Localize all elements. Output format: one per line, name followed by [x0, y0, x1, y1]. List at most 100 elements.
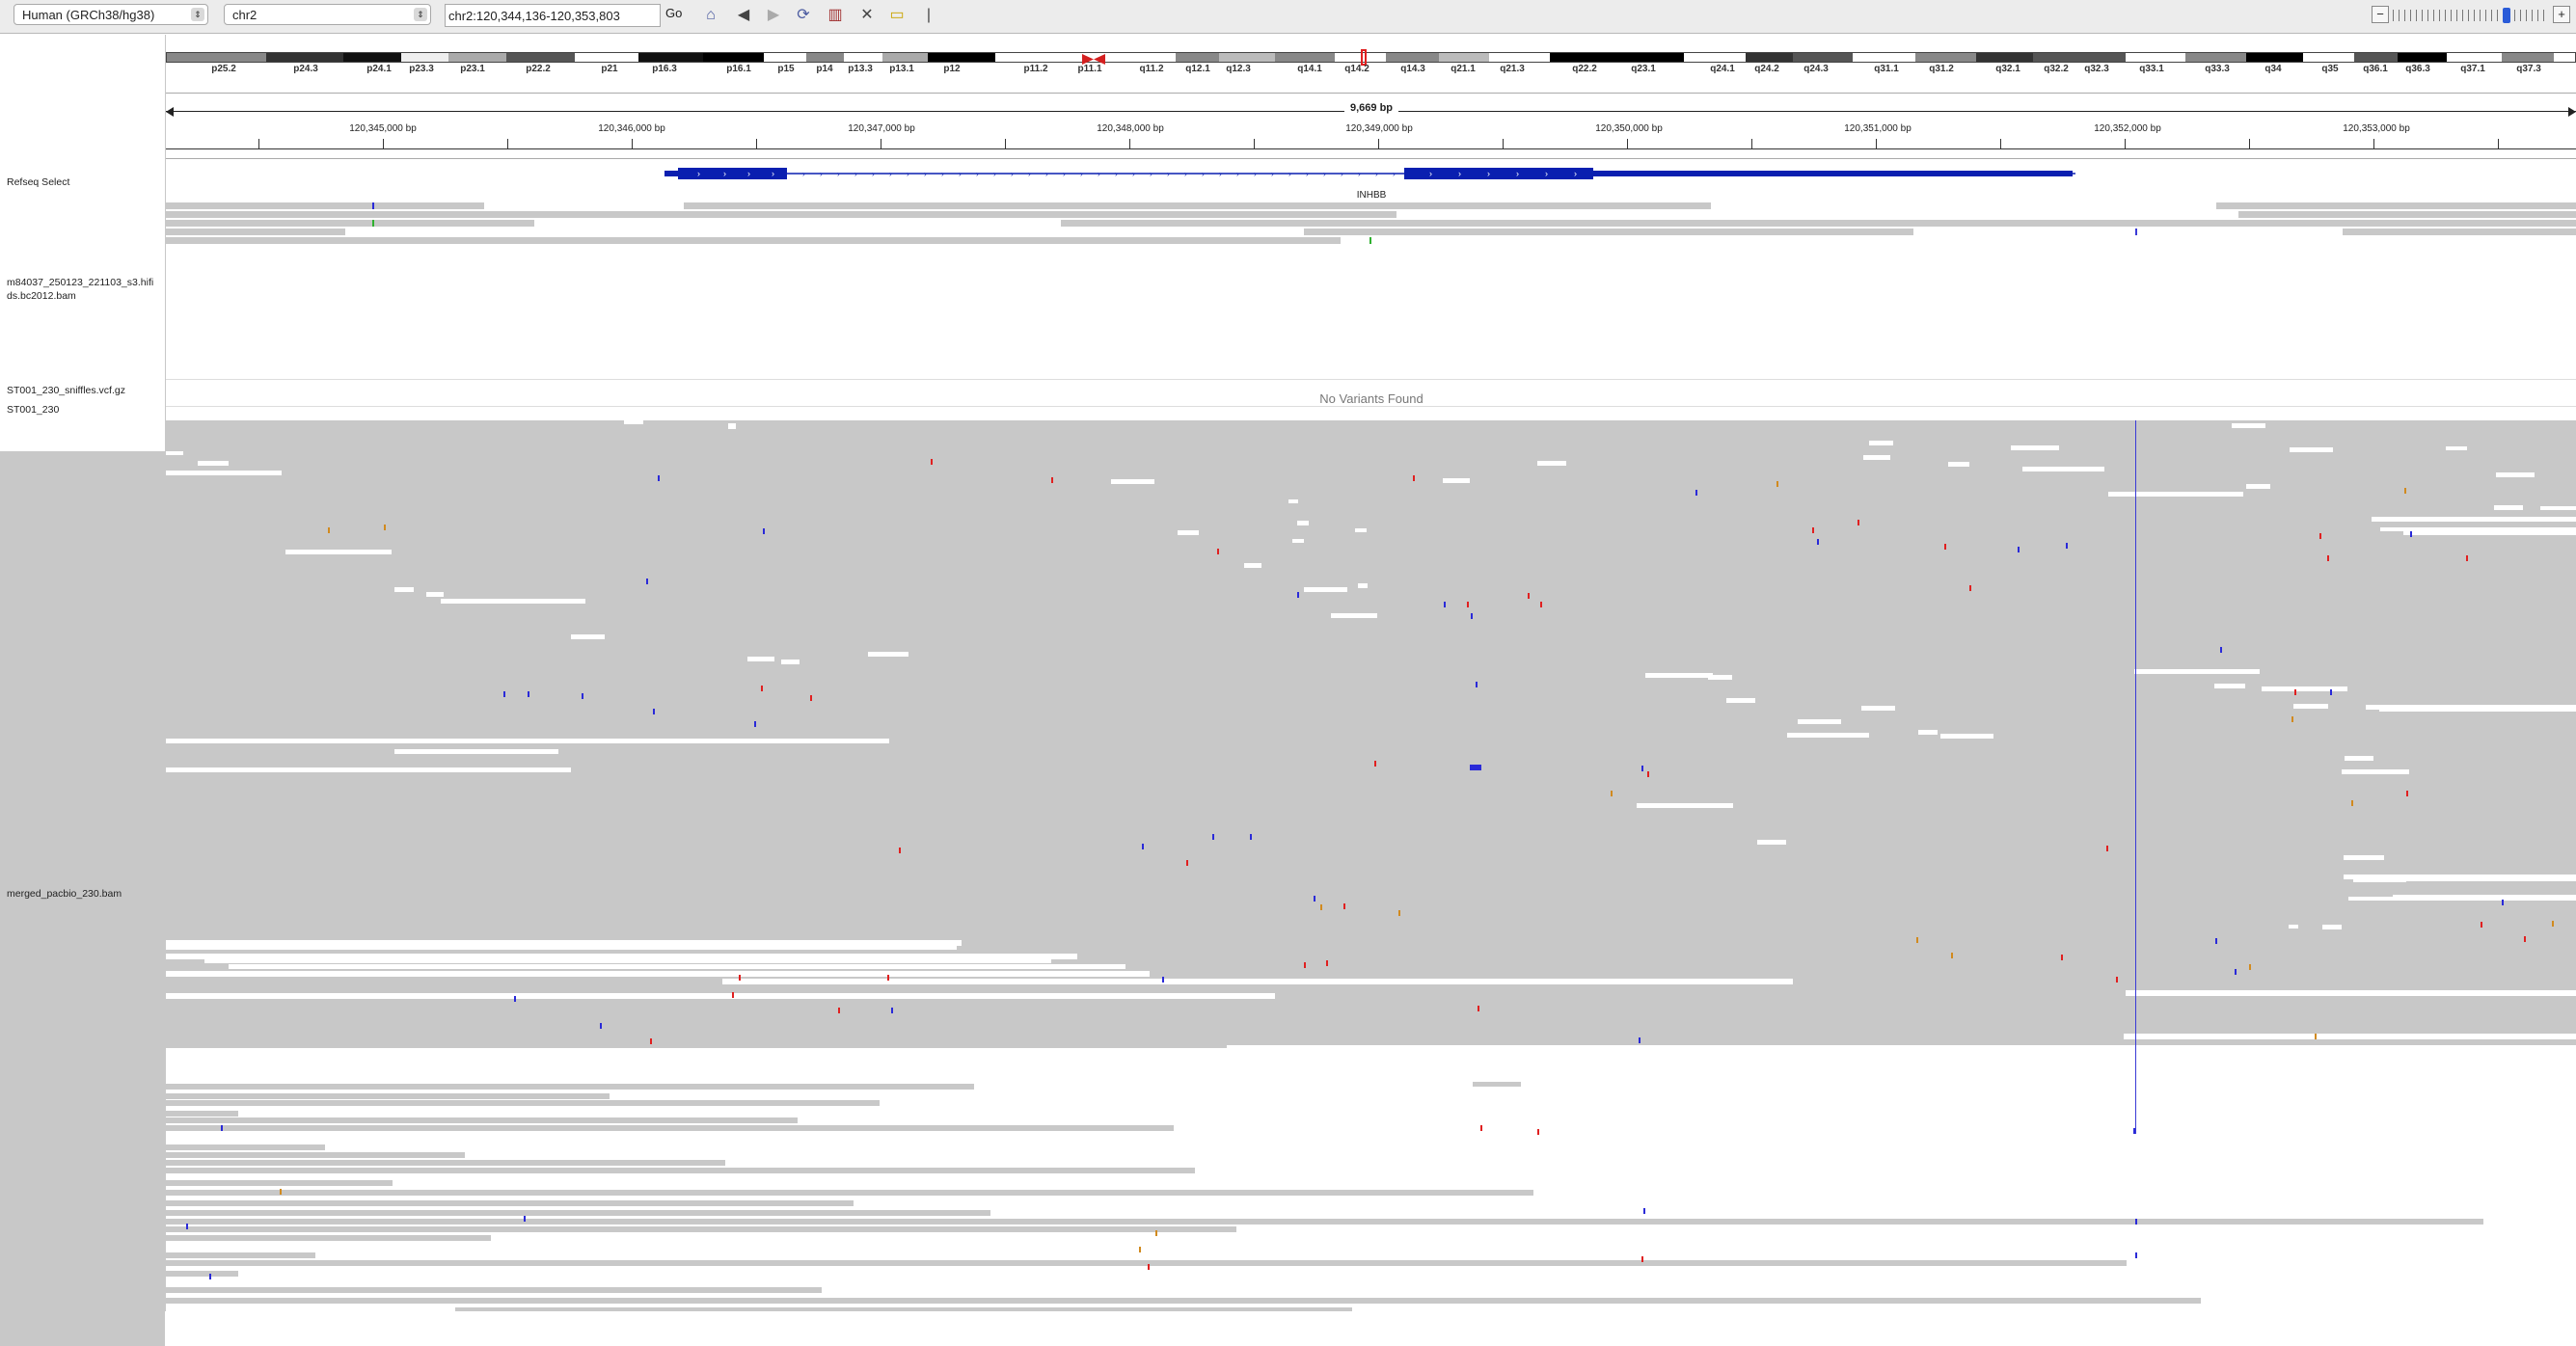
read[interactable] [166, 1084, 974, 1090]
zoom-in-button[interactable]: + [2553, 6, 2570, 23]
read[interactable] [166, 237, 1341, 244]
bam1-track-label[interactable]: m84037_250123_221103_s3.hifi ds.bc2012.b… [7, 276, 161, 303]
back-arrow-icon[interactable]: ◀ [733, 5, 754, 26]
ruler-tick [383, 139, 384, 148]
strand-arrow-icon: › [1254, 170, 1257, 178]
read[interactable] [166, 1287, 822, 1293]
read[interactable] [166, 220, 534, 227]
ideogram-band [1275, 53, 1335, 62]
read[interactable] [166, 1168, 1195, 1173]
mismatch-mark [1369, 237, 1371, 244]
locus-input[interactable]: chr2:120,344,136-120,353,803 [445, 4, 661, 27]
read[interactable] [166, 1200, 854, 1206]
read-gap [1708, 675, 1732, 680]
mismatch-mark [1162, 977, 1164, 983]
popup-text-icon[interactable]: ▭ [886, 5, 908, 26]
chromosome-ideogram[interactable]: p25.2 p24.3 p24.1 p23.3 p23.1 p22.2 p21 p16.3 p1… [166, 35, 2576, 74]
mismatch-mark [1537, 1129, 1539, 1135]
genome-dropdown[interactable]: Human (GRCh38/hg38) ⇕ [14, 4, 208, 25]
refseq-track-label[interactable]: Refseq Select [7, 175, 161, 189]
ruler[interactable]: 9,669 bp 120,345,000 bp 120,346,000 bp 120… [166, 100, 2576, 160]
home-icon[interactable]: ⌂ [700, 5, 721, 26]
band-label: q35 [2321, 64, 2339, 74]
read[interactable] [166, 1235, 491, 1241]
read-gap [1668, 1114, 2576, 1118]
ideogram-bar[interactable] [166, 52, 2576, 63]
strand-arrow-icon: › [837, 170, 840, 178]
mismatch-mark [1320, 904, 1322, 910]
read[interactable] [166, 1271, 238, 1277]
gene-model-INHBB[interactable]: › › › › › › › › › › › › › › › › › › › › › › › › › › › › › › › › › › › › › › › ›… [166, 160, 2576, 189]
exon-2[interactable] [1404, 168, 1593, 179]
region-navigator-icon[interactable]: ▥ [825, 5, 846, 26]
sample-label[interactable]: ST001_230 [7, 403, 161, 417]
read-gap [2214, 684, 2245, 688]
read[interactable] [166, 1226, 1236, 1232]
read[interactable] [684, 202, 1711, 209]
zoom-widget[interactable]: − + [2370, 4, 2572, 25]
read-gap [166, 451, 183, 455]
go-button[interactable]: Go [665, 6, 682, 20]
resize-icon[interactable]: ✕ [856, 5, 878, 26]
mismatch-mark [739, 975, 741, 981]
read[interactable] [1304, 229, 1913, 235]
read[interactable] [166, 1144, 325, 1150]
read[interactable] [166, 1298, 2201, 1304]
ideogram-band [2033, 53, 2077, 62]
read[interactable] [166, 1160, 725, 1166]
read[interactable] [166, 1093, 610, 1099]
band-label: p11.2 [1023, 64, 1048, 74]
band-label: p23.1 [460, 64, 485, 74]
read[interactable] [166, 1125, 1174, 1131]
read-gap [1537, 461, 1566, 466]
read[interactable] [2343, 229, 2576, 235]
strand-arrow-icon: › [723, 169, 726, 178]
read[interactable] [166, 229, 345, 235]
data-panel[interactable]: › › › › › › › › › › › › › › › › › › › › › › › › › › › › › › › › › › › › › › › ›… [166, 160, 2576, 1311]
bam2-track-label[interactable]: merged_pacbio_230.bam [7, 887, 161, 901]
read-gap [2353, 878, 2406, 882]
read[interactable] [166, 211, 1396, 218]
chromosome-dropdown[interactable]: chr2 ⇕ [224, 4, 431, 25]
read-gap [441, 599, 585, 604]
read[interactable] [166, 1260, 2127, 1266]
read[interactable] [166, 202, 484, 209]
read[interactable] [1061, 220, 2576, 227]
read[interactable] [455, 1307, 1352, 1311]
forward-arrow-icon[interactable]: ▶ [763, 5, 784, 26]
read-gap [2540, 506, 2576, 510]
ideogram-band [702, 53, 764, 62]
strand-arrow-icon: › [747, 169, 750, 178]
zoom-slider-thumb[interactable] [2503, 8, 2510, 23]
vcf-track-label[interactable]: ST001_230_sniffles.vcf.gz [7, 384, 161, 397]
read[interactable] [166, 1190, 1533, 1196]
read[interactable] [166, 1180, 393, 1186]
read-gap [1227, 1045, 2576, 1049]
strand-arrow-icon: › [820, 170, 823, 178]
mismatch-mark [1186, 860, 1188, 866]
read-gap [1869, 441, 1893, 445]
zoom-out-button[interactable]: − [2372, 6, 2389, 23]
read[interactable] [1473, 1082, 1521, 1087]
strand-arrow-icon: › [976, 170, 979, 178]
refresh-icon[interactable]: ⟳ [793, 5, 814, 26]
mismatch-mark [1647, 771, 1649, 777]
mismatch-mark [2291, 716, 2293, 722]
read[interactable] [166, 1210, 990, 1216]
mismatch-mark [2466, 555, 2468, 561]
mismatch-mark [2481, 922, 2482, 928]
ruler-divider: | [926, 7, 932, 23]
ruler-tick [1503, 139, 1504, 148]
read[interactable] [2238, 211, 2576, 218]
read[interactable] [166, 1111, 238, 1117]
read[interactable] [166, 1100, 880, 1106]
band-label: q37.1 [2460, 64, 2485, 74]
ruler-tick [756, 139, 757, 148]
read[interactable] [166, 1252, 315, 1258]
read[interactable] [166, 1152, 465, 1158]
read[interactable] [2216, 202, 2576, 209]
ideogram-band [994, 53, 1064, 62]
mismatch-mark [186, 1224, 188, 1229]
read[interactable] [166, 1117, 798, 1123]
mismatch-mark [650, 1038, 652, 1044]
